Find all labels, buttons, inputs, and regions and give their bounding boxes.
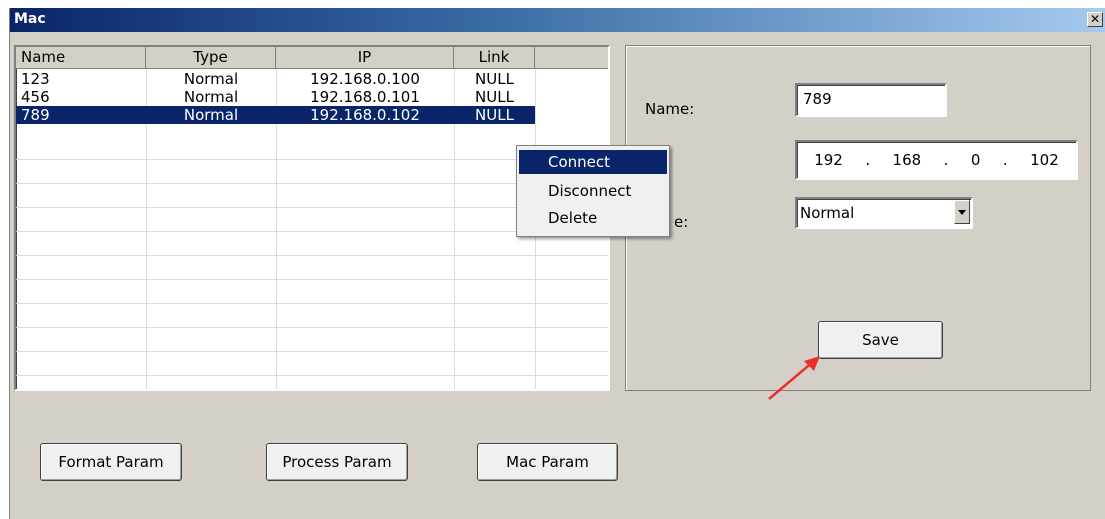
column-header-link[interactable]: Link [454, 47, 535, 69]
ip-octet-2[interactable]: 168 [893, 151, 922, 169]
grid-divider [16, 303, 608, 304]
column-header-type[interactable]: Type [146, 47, 276, 69]
ip-octet-1[interactable]: 192 [814, 151, 843, 169]
format-param-button[interactable]: Format Param [40, 443, 182, 481]
menu-item-connect[interactable]: Connect [519, 150, 667, 174]
ip-separator: . [1002, 151, 1008, 169]
cell-ip: 192.168.0.102 [310, 106, 420, 124]
name-field[interactable]: 789 [795, 83, 947, 117]
type-select-value: Normal [800, 204, 855, 222]
cell-ip: 192.168.0.100 [310, 70, 420, 88]
cell-name: 123 [21, 70, 50, 88]
grid-divider [16, 279, 608, 280]
annotation-arrow-icon [768, 356, 820, 400]
column-header-name[interactable]: Name [16, 47, 146, 69]
type-label: e: [674, 213, 689, 231]
cell-type: Normal [183, 88, 239, 106]
table-row-selected[interactable]: 789 Normal 192.168.0.102 NULL [16, 106, 535, 124]
menu-item-disconnect[interactable]: Disconnect [519, 179, 667, 203]
process-param-button[interactable]: Process Param [266, 443, 408, 481]
cell-link: NULL [475, 106, 514, 124]
cell-type: Normal [183, 106, 239, 124]
cell-link: NULL [475, 70, 514, 88]
grid-divider [16, 255, 608, 256]
cell-name: 789 [21, 106, 50, 124]
save-button[interactable]: Save [818, 321, 943, 359]
cell-name: 456 [21, 88, 50, 106]
name-label: Name: [645, 100, 695, 118]
table-row[interactable]: 123 Normal 192.168.0.100 NULL [16, 70, 535, 88]
title-bar[interactable]: Mac ✕ [10, 8, 1105, 32]
table-row[interactable]: 456 Normal 192.168.0.101 NULL [16, 88, 535, 106]
ip-separator: . [943, 151, 949, 169]
mac-param-button[interactable]: Mac Param [477, 443, 618, 481]
column-header-ip[interactable]: IP [276, 47, 454, 69]
grid-divider [16, 327, 608, 328]
ip-octet-3[interactable]: 0 [971, 151, 981, 169]
cell-link: NULL [475, 88, 514, 106]
context-menu: Connect Disconnect Delete [516, 145, 670, 237]
column-header-empty[interactable] [535, 47, 608, 69]
ip-octet-4[interactable]: 102 [1030, 151, 1059, 169]
chevron-down-icon[interactable] [954, 200, 970, 224]
menu-item-delete[interactable]: Delete [519, 206, 667, 230]
grid-divider [16, 375, 608, 376]
grid-divider [16, 351, 608, 352]
close-icon[interactable]: ✕ [1087, 12, 1103, 27]
type-select[interactable]: Normal [795, 197, 973, 229]
ip-address-field[interactable]: 192 . 168 . 0 . 102 [795, 140, 1078, 180]
cell-type: Normal [183, 70, 239, 88]
ip-separator: . [865, 151, 871, 169]
window-title: Mac [14, 11, 46, 27]
cell-ip: 192.168.0.101 [310, 88, 420, 106]
